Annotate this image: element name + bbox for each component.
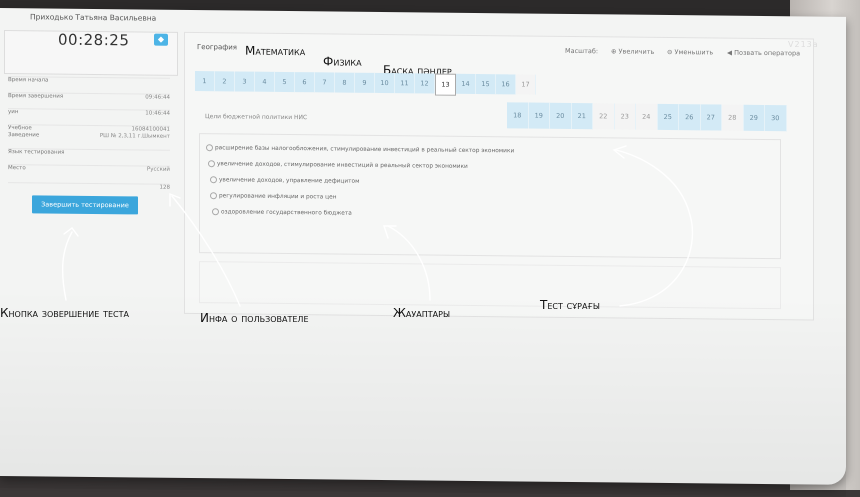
answers-box: расширение базы налогообложения, стимули… [199,133,781,260]
scale-label: Масштаб: [565,46,599,56]
question-nav-row-1: 1 2 3 4 5 6 7 8 9 10 11 12 13 14 15 16 17 [195,71,536,97]
tab-math[interactable]: Математика [245,44,305,59]
speaker-icon: ◀ [727,48,732,57]
question-number-23[interactable]: 23 [614,103,636,130]
radio-icon [212,208,219,216]
info-row: уин 10:46:44 [8,108,170,117]
call-operator-button[interactable]: ◀ Позвать оператора [727,49,800,58]
zoom-in-icon: ⊕ [611,47,617,56]
question-number-7[interactable]: 7 [315,72,335,93]
answer-option[interactable]: регулирование инфляции и роста цен [210,192,336,201]
radio-icon [210,192,217,200]
question-number-1[interactable]: 1 [195,71,215,92]
question-number-13[interactable]: 13 [435,73,456,96]
question-number-24[interactable]: 24 [636,103,658,130]
test-screen: Приходько Татьяна Васильевна 00:28:25 ◆ … [0,8,846,497]
question-number-18[interactable]: 18 [507,102,529,129]
question-number-17[interactable]: 17 [516,74,536,95]
question-number-12[interactable]: 12 [415,73,435,94]
answer-option[interactable]: расширение базы налогообложения, стимули… [206,144,514,154]
question-number-21[interactable]: 21 [571,102,593,130]
question-number-8[interactable]: 8 [335,72,355,93]
info-row: Заведение РШ № 2,3,11 г.Шымкент [8,132,170,140]
question-number-3[interactable]: 3 [235,71,255,92]
question-number-4[interactable]: 4 [255,71,275,92]
answer-option[interactable]: увеличение доходов, управление дефицитом [210,176,359,185]
question-number-9[interactable]: 9 [355,72,375,93]
radio-icon [210,176,217,184]
answer-option[interactable]: увеличение доходов, стимулирование инвес… [208,160,468,170]
question-number-16[interactable]: 16 [496,74,516,95]
annotation-user-info: Инфа о пользователе [200,311,309,325]
timer-toggle-button[interactable]: ◆ [154,33,168,46]
finish-test-button[interactable]: Завершить тестирование [32,195,138,215]
question-number-20[interactable]: 20 [550,102,572,129]
test-panel: География Математика Физика Басқа пәндер… [184,31,814,321]
timer: 00:28:25 [58,30,130,50]
question-number-22[interactable]: 22 [593,103,615,130]
annotation-finish: Кнопка зовершение теста [0,306,129,320]
info-row: Время начала [8,76,170,85]
annotation-answers: Жауаптары [393,306,451,320]
question-number-11[interactable]: 11 [395,73,415,94]
monitor-model: V213a [788,40,819,49]
radio-icon [206,144,213,152]
question-number-25[interactable]: 25 [657,103,679,131]
question-nav-row-2: 18 19 20 21 22 23 24 25 26 27 28 29 30 [507,102,787,132]
question-number-15[interactable]: 15 [476,73,496,95]
info-row: Время завершения 09:46:44 [8,92,170,101]
user-info-panel: Приходько Татьяна Васильевна 00:28:25 ◆ … [0,8,178,240]
question-number-6[interactable]: 6 [295,72,315,93]
info-row: Место Русский [8,164,170,173]
info-row: Язык тестирования [8,148,170,157]
radio-icon [208,160,215,168]
question-number-29[interactable]: 29 [743,104,765,132]
question-number-2[interactable]: 2 [215,71,235,92]
lower-box [199,261,781,310]
question-number-10[interactable]: 10 [375,72,395,94]
question-number-5[interactable]: 5 [275,71,295,93]
question-text: Цели бюджетной политики НИС [205,113,308,122]
question-number-14[interactable]: 14 [456,73,476,94]
user-name: Приходько Татьяна Васильевна [30,12,157,23]
info-row: 128 [8,182,170,191]
question-number-27[interactable]: 27 [700,104,722,131]
annotation-question: Тест сұрағы [540,298,600,312]
question-number-19[interactable]: 19 [528,102,550,129]
zoom-out-button[interactable]: ⊖ Уменьшить [667,48,713,56]
zoom-in-button[interactable]: ⊕ Увеличить [611,47,654,55]
zoom-out-icon: ⊖ [667,47,673,57]
question-number-30[interactable]: 30 [765,105,787,132]
tab-geography[interactable]: География [197,43,237,51]
question-number-26[interactable]: 26 [679,104,701,131]
tab-physics[interactable]: Физика [323,54,362,68]
question-number-28[interactable]: 28 [722,104,744,131]
answer-option[interactable]: оздоровление государственного бюджета [212,208,352,217]
